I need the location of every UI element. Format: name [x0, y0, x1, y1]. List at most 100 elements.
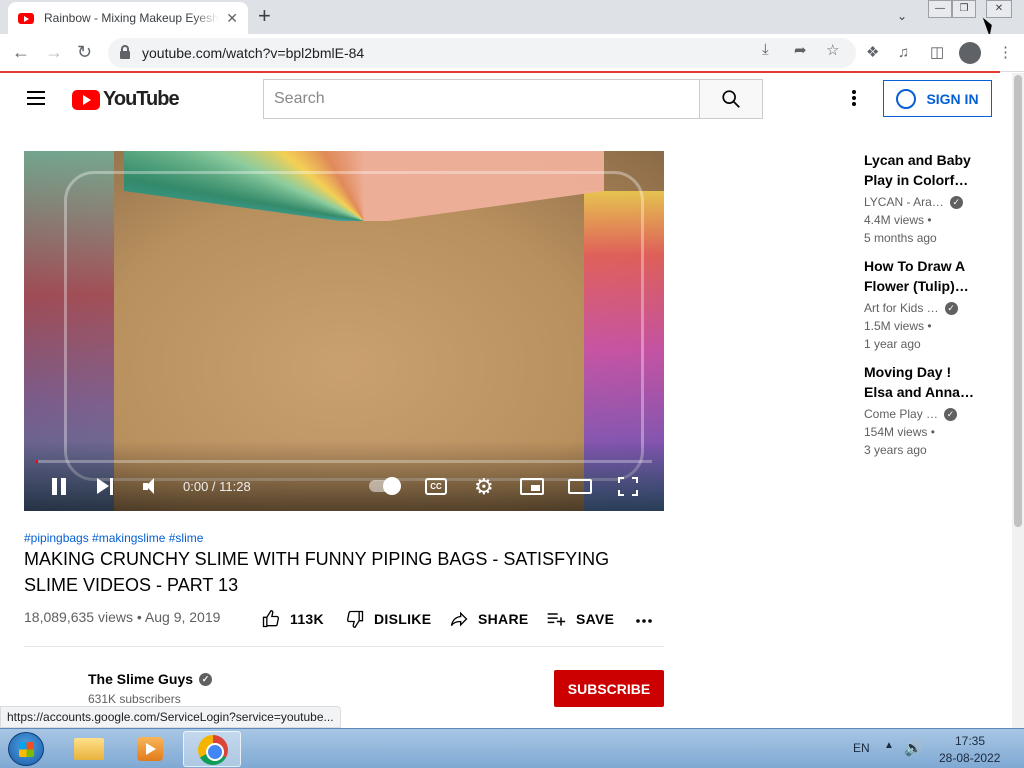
video-meta: 18,089,635 views • Aug 9, 2019 — [24, 609, 220, 625]
captions-button[interactable]: CC — [425, 478, 447, 495]
tab-search-chevron-icon[interactable]: ⌄ — [897, 9, 907, 23]
chrome-menu-icon[interactable]: ⋮ — [998, 44, 1013, 62]
related-title[interactable]: Moving Day ! Elsa and Anna… — [864, 362, 974, 402]
verified-icon: ✓ — [199, 672, 213, 686]
windows-start-icon[interactable] — [8, 732, 44, 766]
subscribe-button[interactable]: SUBSCRIBE — [554, 670, 664, 707]
scrollbar-thumb[interactable] — [1014, 75, 1022, 527]
related-views: 4.4M views • — [864, 213, 932, 227]
fullscreen-icon[interactable] — [618, 477, 638, 496]
media-icon[interactable]: ♫ — [898, 44, 909, 62]
new-tab-button[interactable]: + — [258, 5, 271, 27]
upload-date: Aug 9, 2019 — [144, 609, 221, 625]
verified-icon: ✓ — [949, 195, 963, 209]
more-actions-icon[interactable] — [635, 611, 655, 627]
search-button[interactable] — [699, 79, 763, 119]
related-title[interactable]: Lycan and Baby Play in Colorf… — [864, 150, 974, 190]
profile-icon[interactable] — [959, 42, 981, 64]
lock-icon[interactable] — [120, 45, 130, 59]
language-indicator[interactable]: EN — [853, 741, 870, 755]
pause-icon[interactable] — [52, 478, 66, 495]
divider — [24, 646, 664, 647]
related-channel-text: Art for Kids … — [864, 301, 939, 315]
address-bar[interactable]: youtube.com/watch?v=bpl2bmlE-84 — [108, 38, 856, 68]
video-player[interactable]: 0:00 / 11:28 CC ⚙ — [24, 151, 664, 511]
minimize-button[interactable]: — — [928, 0, 952, 18]
url-text[interactable]: youtube.com/watch?v=bpl2bmlE-84 — [142, 45, 364, 61]
youtube-logo[interactable]: YouTube — [72, 88, 180, 111]
like-icon — [262, 609, 280, 628]
video-frame-glass-tray — [64, 171, 644, 481]
show-hidden-icons-icon[interactable]: ▲ — [884, 740, 894, 751]
save-button[interactable]: SAVE — [545, 609, 614, 629]
progress-fill — [36, 460, 39, 463]
hashtags[interactable]: #pipingbags #makingslime #slime — [24, 531, 203, 545]
explorer-taskbar-button[interactable] — [60, 731, 118, 767]
download-icon[interactable]: ⤓ — [762, 41, 769, 58]
youtube-wordmark: YouTube — [103, 88, 180, 110]
sign-in-label: SIGN IN — [926, 90, 979, 107]
search-input[interactable] — [274, 90, 690, 108]
page-load-indicator — [0, 71, 1000, 73]
search-field[interactable] — [263, 79, 700, 119]
next-icon[interactable] — [97, 478, 115, 495]
dislike-icon — [346, 610, 364, 629]
clock-date[interactable]: 28-08-2022 — [939, 751, 1000, 765]
miniplayer-icon[interactable] — [520, 478, 544, 495]
media-player-taskbar-button[interactable] — [121, 731, 179, 767]
related-channel-text: LYCAN - Ara… — [864, 195, 944, 209]
speaker-icon[interactable]: 🔊 — [904, 739, 923, 757]
back-icon[interactable]: ← — [12, 42, 30, 62]
star-icon[interactable]: ☆ — [826, 41, 839, 59]
reload-icon[interactable]: ↻ — [77, 42, 92, 62]
related-video[interactable]: Moving Day ! Elsa and Anna… Come Play … ✓… — [864, 362, 974, 459]
chrome-icon — [198, 735, 228, 765]
tab-strip: Rainbow - Mixing Makeup Eyeshadow ✕ + ⌄ … — [0, 0, 1024, 37]
more-dots — [636, 619, 652, 623]
progress-bar[interactable] — [36, 460, 652, 463]
dislike-button[interactable]: DISLIKE — [345, 609, 431, 629]
taskbar: EN ▲ 🔊 17:35 28-08-2022 — [0, 728, 1024, 768]
related-age: 3 years ago — [864, 443, 927, 457]
share-arrow-icon — [450, 611, 468, 627]
sign-in-button[interactable]: SIGN IN — [883, 80, 992, 117]
share-icon[interactable]: ➦ — [794, 41, 807, 59]
restore-button[interactable]: ❐ — [952, 0, 976, 18]
close-window-button[interactable]: ✕ — [986, 0, 1012, 18]
menu-icon[interactable] — [27, 91, 45, 105]
search-icon — [722, 90, 740, 108]
channel-name[interactable]: The Slime Guys ✓ — [88, 671, 213, 687]
autoplay-toggle[interactable] — [369, 477, 401, 495]
volume-icon[interactable] — [143, 478, 163, 495]
view-count: 18,089,635 views — [24, 609, 133, 625]
related-views: 154M views • — [864, 425, 935, 439]
related-video[interactable]: How To Draw A Flower (Tulip)… Art for Ki… — [864, 256, 974, 353]
controls-gradient — [24, 441, 664, 511]
settings-icon[interactable]: ⚙ — [474, 475, 494, 499]
related-channel: Art for Kids … ✓ — [864, 299, 974, 317]
like-button[interactable]: 113K — [261, 609, 324, 629]
extensions-icon[interactable]: ❖ — [866, 44, 879, 62]
related-channel-text: Come Play … — [864, 407, 939, 421]
clock-time[interactable]: 17:35 — [955, 734, 985, 748]
more-options-icon[interactable] — [850, 90, 858, 108]
theater-icon[interactable] — [568, 479, 592, 494]
forward-icon[interactable]: → — [45, 42, 63, 62]
save-label: SAVE — [576, 611, 615, 627]
sidepanel-icon[interactable]: ◫ — [930, 44, 944, 62]
meta-separator: • — [132, 609, 145, 625]
browser-tab[interactable]: Rainbow - Mixing Makeup Eyeshadow ✕ — [8, 2, 248, 34]
related-age: 5 months ago — [864, 231, 937, 245]
channel-name-text[interactable]: The Slime Guys — [88, 671, 193, 687]
youtube-favicon-icon — [18, 12, 34, 24]
media-player-icon — [137, 737, 163, 761]
share-button[interactable]: SHARE — [449, 609, 529, 629]
related-age: 1 year ago — [864, 337, 921, 351]
page-scrollbar[interactable] — [1012, 73, 1024, 728]
chrome-taskbar-button[interactable] — [183, 731, 241, 767]
tab-close-icon[interactable]: ✕ — [226, 10, 238, 27]
playlist-add-icon — [547, 613, 566, 626]
related-channel: Come Play … ✓ — [864, 405, 974, 423]
related-title[interactable]: How To Draw A Flower (Tulip)… — [864, 256, 974, 296]
related-video[interactable]: Lycan and Baby Play in Colorf… LYCAN - A… — [864, 150, 974, 247]
